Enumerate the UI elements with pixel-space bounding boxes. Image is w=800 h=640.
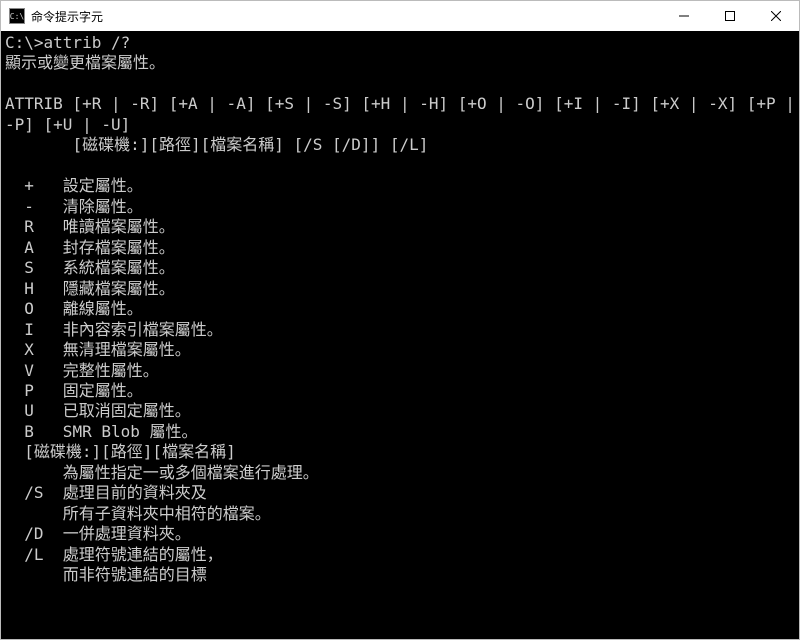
opt-row: U 已取消固定屬性。 bbox=[5, 401, 191, 420]
titlebar[interactable]: C:\ 命令提示字元 bbox=[1, 1, 799, 31]
opt-row: H 隱藏檔案屬性。 bbox=[5, 279, 175, 298]
opt-row: I 非內容索引檔案屬性。 bbox=[5, 320, 223, 339]
usage-line-1: ATTRIB [+R | -R] [+A | -A] [+S | -S] [+H… bbox=[5, 94, 799, 133]
switch-row: /D 一併處理資料夾。 bbox=[5, 524, 191, 543]
window-title: 命令提示字元 bbox=[31, 8, 661, 25]
command-text: attrib /? bbox=[44, 33, 131, 52]
description-line: 顯示或變更檔案屬性。 bbox=[5, 53, 165, 72]
switch-row: /S 處理目前的資料夾及 bbox=[5, 483, 207, 502]
opt-row: - 清除屬性。 bbox=[5, 197, 143, 216]
close-button[interactable] bbox=[753, 1, 799, 31]
usage-line-2: [磁碟機:][路徑][檔案名稱] [/S [/D]] [/L] bbox=[5, 135, 428, 154]
window-controls bbox=[661, 1, 799, 31]
opt-row: B SMR Blob 屬性。 bbox=[5, 422, 198, 441]
opt-row: O 離線屬性。 bbox=[5, 299, 143, 318]
path-desc: 為屬性指定一或多個檔案進行處理。 bbox=[5, 463, 319, 482]
path-label: [磁碟機:][路徑][檔案名稱] bbox=[5, 442, 236, 461]
switch-row: /L 處理符號連結的屬性， bbox=[5, 545, 223, 564]
opt-row: V 完整性屬性。 bbox=[5, 361, 159, 380]
terminal-output[interactable]: C:\>attrib /? 顯示或變更檔案屬性。 ATTRIB [+R | -R… bbox=[1, 31, 799, 639]
opt-row: X 無清理檔案屬性。 bbox=[5, 340, 191, 359]
switch-row: 而非符號連結的目標 bbox=[5, 565, 207, 584]
maximize-button[interactable] bbox=[707, 1, 753, 31]
opt-row: S 系統檔案屬性。 bbox=[5, 258, 175, 277]
cmd-window: C:\ 命令提示字元 C:\>attrib /? 顯示或變更檔案屬性。 ATTR… bbox=[0, 0, 800, 640]
minimize-button[interactable] bbox=[661, 1, 707, 31]
opt-row: R 唯讀檔案屬性。 bbox=[5, 217, 175, 236]
cmd-icon: C:\ bbox=[9, 8, 25, 24]
prompt: C:\> bbox=[5, 33, 44, 52]
opt-row: P 固定屬性。 bbox=[5, 381, 143, 400]
opt-row: A 封存檔案屬性。 bbox=[5, 238, 175, 257]
switch-row: 所有子資料夾中相符的檔案。 bbox=[5, 504, 271, 523]
opt-row: + 設定屬性。 bbox=[5, 176, 143, 195]
